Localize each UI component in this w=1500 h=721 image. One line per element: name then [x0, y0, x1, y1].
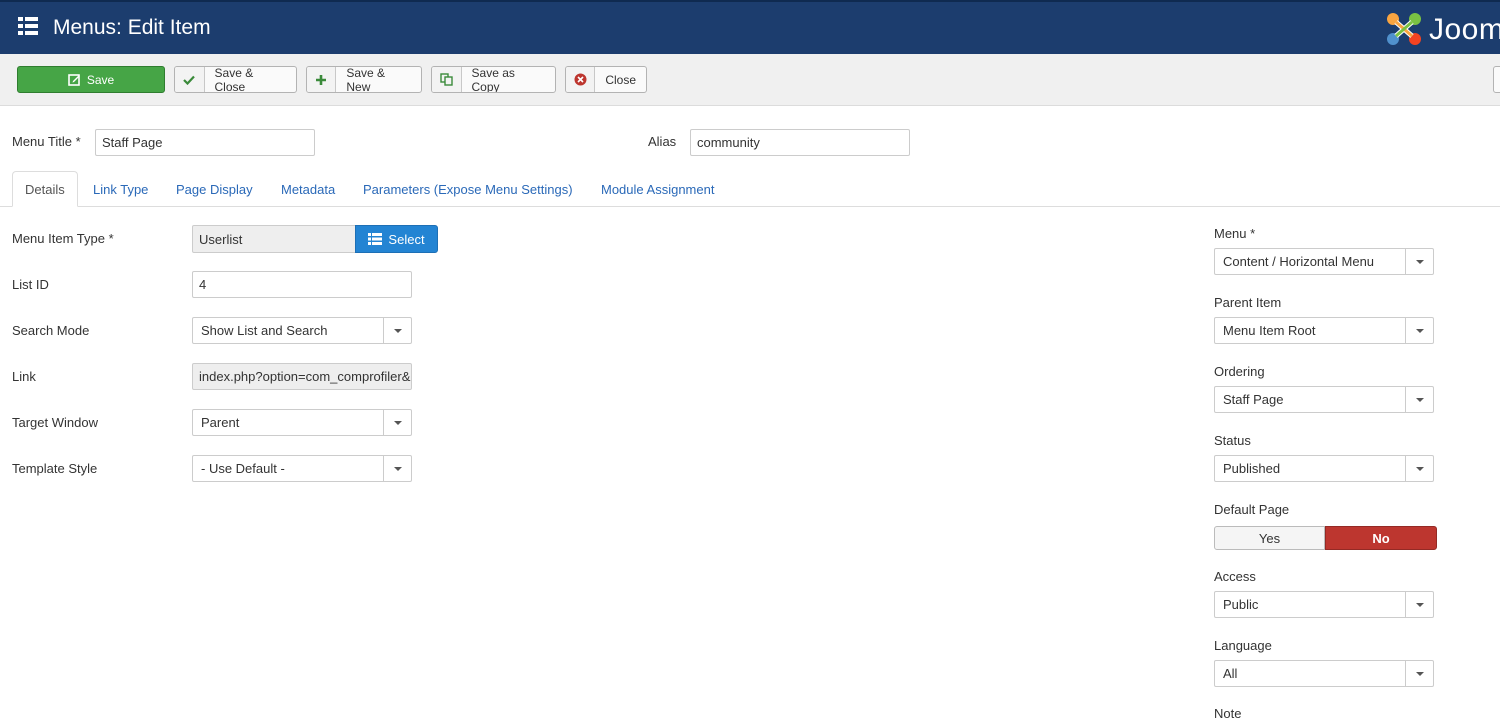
save-button[interactable]: Save: [17, 66, 165, 93]
chevron-down-icon: [1405, 592, 1433, 617]
check-icon: [175, 67, 205, 92]
tab-metadata[interactable]: Metadata: [269, 171, 347, 207]
menu-label: Menu *: [1214, 226, 1256, 241]
language-label: Language: [1214, 638, 1272, 653]
plus-icon: [307, 67, 337, 92]
default-no-button[interactable]: No: [1325, 526, 1437, 550]
status-select[interactable]: Published: [1214, 455, 1434, 482]
save-close-button[interactable]: Save & Close: [174, 66, 297, 93]
menu-item-type-label: Menu Item Type *: [12, 231, 114, 246]
ordering-select[interactable]: Staff Page: [1214, 386, 1434, 413]
menu-title-input[interactable]: Staff Page: [95, 129, 315, 156]
header-bar: Menus: Edit Item Joom: [0, 0, 1500, 54]
chevron-down-icon: [383, 410, 411, 435]
list-id-input[interactable]: 4: [192, 271, 412, 298]
copy-icon: [432, 67, 462, 92]
toolbar: Save Save & Close Save & New Save as Cop…: [0, 54, 1500, 106]
list-icon: [368, 233, 383, 245]
close-circle-icon: [566, 67, 596, 92]
page-title: Menus: Edit Item: [53, 16, 211, 39]
note-label: Note: [1214, 706, 1242, 721]
search-mode-select[interactable]: Show List and Search: [192, 317, 412, 344]
chevron-down-icon: [1405, 249, 1433, 274]
tab-parameters[interactable]: Parameters (Expose Menu Settings): [351, 171, 585, 207]
tab-module-assignment[interactable]: Module Assignment: [589, 171, 726, 207]
menu-select[interactable]: Content / Horizontal Menu: [1214, 248, 1434, 275]
tab-details[interactable]: Details: [12, 171, 78, 207]
default-page-toggle: Yes No: [1214, 526, 1437, 550]
chevron-down-icon: [1405, 661, 1433, 686]
chevron-down-icon: [383, 456, 411, 481]
default-yes-button[interactable]: Yes: [1214, 526, 1325, 550]
chevron-down-icon: [383, 318, 411, 343]
search-mode-label: Search Mode: [12, 323, 90, 338]
joomla-logo-icon: [1387, 13, 1421, 45]
target-window-label: Target Window: [12, 415, 98, 430]
alias-input[interactable]: community: [690, 129, 910, 156]
link-field: index.php?option=com_comprofiler&: [192, 363, 412, 390]
chevron-down-icon: [1405, 456, 1433, 481]
ordering-label: Ordering: [1214, 364, 1265, 379]
template-style-label: Template Style: [12, 461, 98, 476]
link-label: Link: [12, 369, 36, 384]
list-id-label: List ID: [12, 277, 49, 292]
access-label: Access: [1214, 569, 1256, 584]
save-copy-button[interactable]: Save as Copy: [431, 66, 556, 93]
select-type-button[interactable]: Select: [355, 225, 438, 253]
menu-title-label: Menu Title *: [12, 134, 81, 149]
status-label: Status: [1214, 433, 1251, 448]
tab-bar: Details Link Type Page Display Metadata …: [0, 171, 1500, 207]
language-select[interactable]: All: [1214, 660, 1434, 687]
tab-link-type[interactable]: Link Type: [81, 171, 160, 207]
save-new-button[interactable]: Save & New: [306, 66, 422, 93]
logo-text: Joom: [1429, 13, 1500, 46]
close-button[interactable]: Close: [565, 66, 647, 93]
chevron-down-icon: [1405, 318, 1433, 343]
toolbar-right-button[interactable]: [1493, 66, 1500, 93]
menu-list-icon[interactable]: [17, 15, 39, 37]
alias-label: Alias: [648, 134, 677, 149]
parent-item-label: Parent Item: [1214, 295, 1282, 310]
template-style-select[interactable]: - Use Default -: [192, 455, 412, 482]
chevron-down-icon: [1405, 387, 1433, 412]
tab-page-display[interactable]: Page Display: [164, 171, 265, 207]
default-page-label: Default Page: [1214, 502, 1290, 517]
access-select[interactable]: Public: [1214, 591, 1434, 618]
target-window-select[interactable]: Parent: [192, 409, 412, 436]
joomla-logo: Joom: [1384, 10, 1500, 48]
edit-icon: [68, 74, 80, 86]
menu-item-type-field: Userlist: [192, 225, 357, 253]
parent-item-select[interactable]: Menu Item Root: [1214, 317, 1434, 344]
